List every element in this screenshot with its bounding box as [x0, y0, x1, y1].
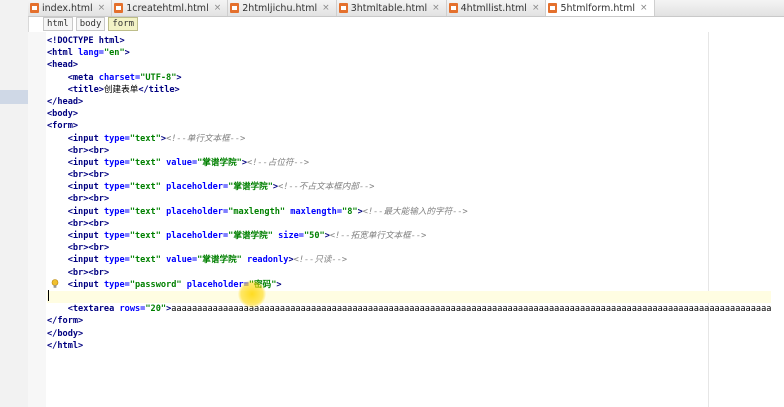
code-line[interactable]: <html lang="en"> [47, 47, 771, 59]
code-line[interactable]: </head> [47, 96, 771, 108]
code-line[interactable]: </body> [47, 328, 771, 340]
code-line[interactable]: <input type="password" placeholder="密码"> [47, 279, 771, 291]
project-selected-row[interactable] [0, 90, 28, 104]
close-icon[interactable]: × [214, 3, 222, 13]
close-icon[interactable]: × [640, 3, 648, 13]
text-caret [48, 290, 49, 301]
code-line[interactable]: <body> [47, 108, 771, 120]
tab-label: 3htmltable.html [350, 2, 428, 14]
code-line[interactable]: <input type="text" placeholder="掌谱学院" si… [47, 230, 771, 242]
tab-index[interactable]: index.html × [28, 0, 113, 16]
code-line[interactable]: <input type="text" value="掌谱学院"><!--占位符-… [47, 157, 771, 169]
code-line[interactable]: <form> [47, 120, 771, 132]
code-line[interactable]: <meta charset="UTF-8"> [47, 72, 771, 84]
project-panel-strip [0, 0, 29, 407]
html-file-icon [338, 3, 348, 13]
code-line[interactable]: <!DOCTYPE html> [47, 35, 771, 47]
breadcrumb-form[interactable]: form [108, 17, 139, 31]
html-file-icon [448, 3, 458, 13]
close-icon[interactable]: × [532, 3, 540, 13]
code-line[interactable]: <br><br> [47, 218, 771, 230]
code-content[interactable]: <!DOCTYPE html> <html lang="en"> <head> <m… [47, 35, 772, 352]
close-icon[interactable]: × [322, 3, 330, 13]
tab-2htmljichu[interactable]: 2htmljichu.html × [228, 0, 337, 16]
code-line[interactable]: <br><br> [47, 169, 771, 181]
editor-gutter [28, 32, 46, 407]
code-line[interactable]: </html> [47, 340, 771, 352]
lightbulb-icon[interactable] [51, 279, 59, 289]
editor-tab-bar: index.html × 1createhtml.html × 2htmljichu.h… [28, 0, 784, 17]
mouse-cursor-highlight [238, 280, 266, 308]
code-line[interactable]: <input type="text" placeholder="maxlengt… [47, 206, 771, 218]
tab-label: 5htmlform.html [560, 2, 635, 14]
code-line[interactable]: <head> [47, 59, 771, 71]
code-line[interactable]: ​ [47, 290, 772, 304]
code-line[interactable]: <br><br> [47, 267, 771, 279]
html-file-icon [230, 3, 240, 13]
tab-label: 4htmllist.html [460, 2, 527, 14]
tab-5htmlform[interactable]: 5htmlform.html × [546, 0, 655, 16]
code-line[interactable]: <textarea rows="20">aaaaaaaaaaaaaaaaaaaa… [47, 303, 772, 315]
html-file-icon [114, 3, 124, 13]
tab-label: 2htmljichu.html [242, 2, 318, 14]
code-line[interactable]: <br><br> [47, 242, 771, 254]
tab-3htmltable[interactable]: 3htmltable.html × [337, 0, 447, 16]
tab-label: 1createhtml.html [126, 2, 209, 14]
html-file-icon [548, 3, 558, 13]
html-file-icon [30, 3, 39, 13]
breadcrumb-html[interactable]: html [43, 17, 73, 31]
breadcrumb: html body form [43, 17, 139, 31]
code-line[interactable]: <input type="text"><!--单行文本框--> [47, 133, 771, 145]
close-icon[interactable]: × [432, 3, 440, 13]
code-line[interactable]: </form> [47, 315, 771, 327]
code-line[interactable]: <title>创建表单</title> [47, 84, 771, 96]
code-line[interactable]: <input type="text" value="掌谱学院" readonly… [47, 254, 771, 266]
tab-4htmllist[interactable]: 4htmllist.html × [447, 0, 547, 16]
tab-1createhtml[interactable]: 1createhtml.html × [112, 0, 229, 16]
code-line[interactable]: <br><br> [47, 145, 771, 157]
close-icon[interactable]: × [98, 3, 106, 13]
breadcrumb-body[interactable]: body [75, 17, 106, 31]
code-line[interactable]: <br><br> [47, 193, 771, 205]
code-line[interactable]: <input type="text" placeholder="掌谱学院"><!… [47, 181, 771, 193]
tab-label: index.html [42, 2, 93, 14]
